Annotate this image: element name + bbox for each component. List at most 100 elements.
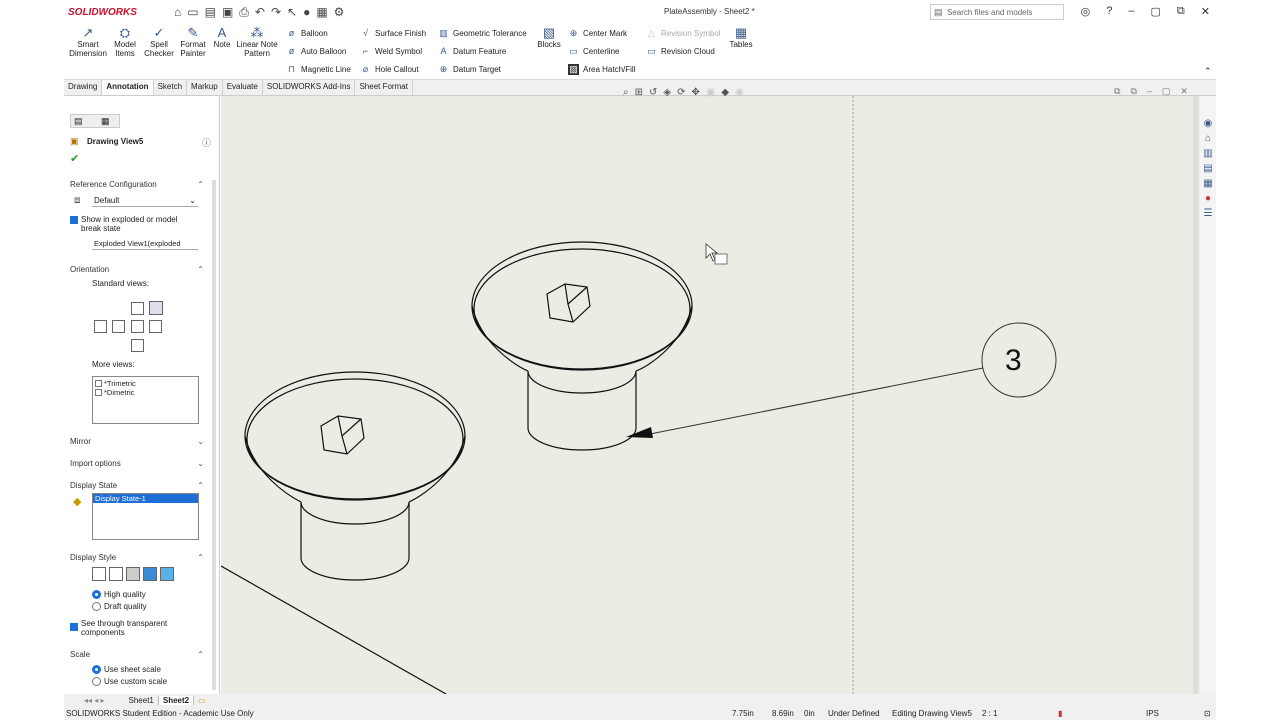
search-input[interactable]: ▤ Search files and models <box>930 4 1064 20</box>
ok-checkmark-icon[interactable]: ✔ <box>70 152 79 165</box>
linear-note-pattern-button[interactable]: ⁂ Linear Note Pattern <box>236 26 278 59</box>
help-icon[interactable]: ? <box>1106 5 1112 18</box>
user-icon[interactable]: ◎ <box>1081 5 1091 18</box>
surface-finish-button[interactable]: √ Surface Finish <box>360 28 426 39</box>
reference-config-header[interactable]: Reference Configuration ⌃ <box>70 180 204 189</box>
close-button[interactable]: ✕ <box>1201 5 1210 18</box>
shaded-with-edges-button[interactable] <box>143 567 157 581</box>
scale-header[interactable]: Scale ⌃ <box>70 650 204 659</box>
appearances-icon[interactable]: ● <box>1205 193 1211 204</box>
right-view-button[interactable] <box>131 320 144 333</box>
viewport-close-icon[interactable]: ✕ <box>1180 86 1188 97</box>
back-view-button[interactable] <box>131 339 144 352</box>
rebuild-icon[interactable]: ● <box>303 5 310 20</box>
high-quality-radio[interactable]: High quality <box>92 590 146 599</box>
isometric-view-button[interactable] <box>149 301 163 315</box>
hide-show-icon[interactable]: ◆ <box>721 87 729 98</box>
drawing-canvas[interactable]: 3 ⌕ ⊞ ↺ ◈ ⟳ ✥ ▣ ◆ ◉ ⧉ ⧉ – ▢ ✕ <box>220 86 1200 695</box>
display-state-list[interactable]: Display State-1 <box>92 493 199 540</box>
solidworks-resources-icon[interactable]: ◉ <box>1204 118 1213 129</box>
mirror-header[interactable]: Mirror ⌄ <box>70 437 204 446</box>
viewport-minimize-icon[interactable]: – <box>1147 86 1152 97</box>
viewport-tile2-icon[interactable]: ⧉ <box>1130 86 1136 97</box>
screw-right[interactable] <box>471 241 693 451</box>
see-through-checkbox[interactable] <box>70 623 78 631</box>
hidden-lines-visible-button[interactable] <box>109 567 123 581</box>
file-explorer-icon[interactable]: ▤ <box>1203 163 1212 174</box>
front-view-button[interactable] <box>131 302 144 315</box>
hidden-lines-removed-button[interactable] <box>126 567 140 581</box>
exploded-state-checkbox[interactable] <box>70 216 78 224</box>
zoom-to-fit-icon[interactable]: ⌕ <box>623 87 629 98</box>
revision-cloud-button[interactable]: ▭ Revision Cloud <box>646 46 715 57</box>
print-icon[interactable]: ⎙ <box>239 5 249 20</box>
collapse-ribbon-icon[interactable]: ⌃ <box>1204 66 1212 77</box>
hole-callout-button[interactable]: ⌀ Hole Callout <box>360 64 419 75</box>
property-manager-tab-icon[interactable]: ▦ <box>101 116 110 127</box>
display-style-header[interactable]: Display Style ⌃ <box>70 553 204 562</box>
vertical-scrollbar[interactable] <box>1193 96 1198 694</box>
previous-view-icon[interactable]: ↺ <box>649 87 657 98</box>
feature-tree-tab-icon[interactable]: ▤ <box>74 116 83 127</box>
weld-symbol-button[interactable]: ⌐ Weld Symbol <box>360 46 422 57</box>
wireframe-button[interactable] <box>92 567 106 581</box>
design-library-icon[interactable]: ▥ <box>1203 148 1212 159</box>
area-hatch-button[interactable]: ▨ Area Hatch/Fill <box>568 64 635 75</box>
note-button[interactable]: A Note <box>212 26 232 50</box>
tab-annotation[interactable]: Annotation <box>102 80 154 95</box>
tab-solidworks-addins[interactable]: SOLIDWORKS Add-Ins <box>263 80 356 95</box>
section-view-icon[interactable]: ◈ <box>663 87 671 98</box>
view-checkbox[interactable] <box>95 389 102 396</box>
sheet-tab-1[interactable]: Sheet1 <box>125 695 159 705</box>
file-properties-icon[interactable]: ▦ <box>316 5 327 20</box>
screw-left[interactable] <box>244 371 466 581</box>
panel-scrollbar[interactable] <box>212 180 216 690</box>
format-painter-button[interactable]: ✎ Format Painter <box>178 26 208 59</box>
restore-button[interactable]: ▢ <box>1151 5 1161 18</box>
import-options-header[interactable]: Import options ⌄ <box>70 459 204 468</box>
save-icon[interactable]: ▣ <box>222 5 233 20</box>
spell-checker-button[interactable]: ✓ Spell Checker <box>144 26 174 59</box>
model-items-button[interactable]: ⛭ Model Items <box>112 26 138 59</box>
add-sheet-icon[interactable]: ▭ <box>194 696 210 705</box>
pan-icon[interactable]: ✥ <box>691 87 699 98</box>
sheet-tab-2[interactable]: Sheet2 <box>158 695 195 705</box>
redo-icon[interactable]: ↷ <box>271 5 281 20</box>
configuration-select[interactable]: Default ⌄ <box>92 195 198 207</box>
tab-evaluate[interactable]: Evaluate <box>223 80 263 95</box>
left-view-button[interactable] <box>94 320 107 333</box>
bottom-view-button[interactable] <box>149 320 162 333</box>
tab-markup[interactable]: Markup <box>187 80 223 95</box>
undo-icon[interactable]: ↶ <box>255 5 265 20</box>
sheet-nav-arrows-icon[interactable]: ◂◂ ◂ ▸ <box>64 696 125 705</box>
options-gear-icon[interactable]: ⚙ <box>334 5 345 20</box>
tab-sheet-format[interactable]: Sheet Format <box>355 80 413 95</box>
open-file-icon[interactable]: ▤ <box>205 5 216 20</box>
appearance-icon[interactable]: ◉ <box>735 87 744 98</box>
units-system[interactable]: IPS <box>1146 709 1159 718</box>
home-pane-icon[interactable]: ⌂ <box>1205 133 1211 144</box>
viewport-tile-icon[interactable]: ⧉ <box>1114 86 1120 97</box>
shaded-button[interactable] <box>160 567 174 581</box>
zoom-area-icon[interactable]: ⊞ <box>635 87 643 98</box>
display-style-icon[interactable]: ▣ <box>706 87 715 98</box>
view-palette-icon[interactable]: ▦ <box>1203 178 1212 189</box>
balloon-button[interactable]: ø Balloon <box>286 28 328 39</box>
orientation-header[interactable]: Orientation ⌃ <box>70 265 204 274</box>
geometric-tolerance-button[interactable]: ▥ Geometric Tolerance <box>438 28 526 39</box>
blocks-button[interactable]: ▧ Blocks <box>536 26 562 50</box>
tile-button[interactable]: ⧉ <box>1177 5 1185 18</box>
tab-drawing[interactable]: Drawing <box>64 80 103 95</box>
smart-dimension-button[interactable]: ↗ Smart Dimension <box>68 26 108 59</box>
rebuild-status-icon[interactable]: ▮ <box>1058 709 1062 718</box>
custom-properties-icon[interactable]: ☰ <box>1204 208 1213 219</box>
draft-quality-radio[interactable]: Draft quality <box>92 602 147 611</box>
status-options-icon[interactable]: ⊡ <box>1204 709 1211 718</box>
display-state-item[interactable]: Display State-1 <box>93 494 198 503</box>
tables-button[interactable]: ▦ Tables <box>728 26 754 50</box>
home-icon[interactable]: ⌂ <box>174 5 181 20</box>
help-icon[interactable]: ⓘ <box>202 136 211 149</box>
more-views-list[interactable]: *Trimetric *Dimetric <box>92 376 199 424</box>
tab-sketch[interactable]: Sketch <box>154 80 188 95</box>
new-file-icon[interactable]: ▭ <box>187 5 198 20</box>
